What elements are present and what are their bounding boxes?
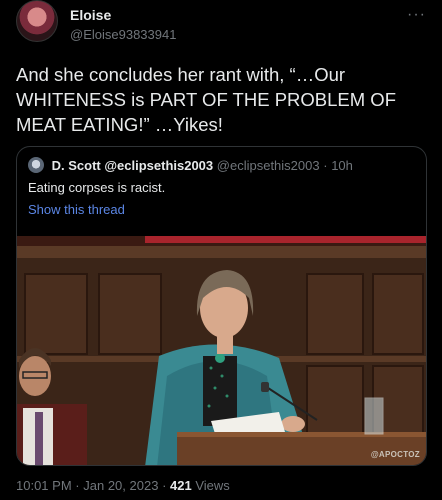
tweet-text-line: MEAT EATING!” …Yikes! xyxy=(16,114,223,135)
tweet-header: Eloise @Eloise93833941 ··· xyxy=(16,0,426,56)
tweet-text-line: WHITENESS is PART OF THE PROBLEM OF xyxy=(16,89,396,110)
quoted-separator: · xyxy=(323,158,328,173)
post-date[interactable]: Jan 20, 2023 xyxy=(83,478,158,493)
post-time[interactable]: 10:01 PM xyxy=(16,478,72,493)
author-display-name[interactable]: Eloise xyxy=(70,7,176,24)
author-avatar[interactable] xyxy=(16,0,58,42)
views-count: 421 xyxy=(170,478,192,493)
views-label: Views xyxy=(195,478,230,493)
quoted-author-avatar xyxy=(28,157,44,173)
quoted-tweet[interactable]: D. Scott @eclipsethis2003 @eclipsethis20… xyxy=(16,146,427,466)
tweet-text-line: And she concludes her rant with, “…Our xyxy=(16,64,346,85)
media-watermark: @APOCTOZ xyxy=(370,450,420,459)
quoted-media-image[interactable]: @APOCTOZ xyxy=(17,236,426,465)
quoted-author-name: D. Scott @eclipsethis2003 xyxy=(51,158,214,173)
tweet: Eloise @Eloise93833941 ··· And she concl… xyxy=(0,0,442,500)
meta-separator: · xyxy=(162,478,167,493)
speaker-scene-illustration xyxy=(17,236,426,465)
quoted-tweet-text: Eating corpses is racist. xyxy=(28,180,166,195)
tweet-text: And she concludes her rant with, “…Our W… xyxy=(16,62,426,137)
author-info: Eloise @Eloise93833941 xyxy=(70,7,176,43)
show-thread-link[interactable]: Show this thread xyxy=(28,202,125,217)
meta-separator: · xyxy=(75,478,80,493)
quoted-author-handle: @eclipsethis2003 xyxy=(216,158,320,173)
tweet-meta: 10:01 PM · Jan 20, 2023 · 421 Views xyxy=(16,478,230,493)
more-options-icon[interactable]: ··· xyxy=(407,6,426,24)
quoted-tweet-header: D. Scott @eclipsethis2003 @eclipsethis20… xyxy=(28,157,353,175)
quoted-timestamp: 10h xyxy=(331,158,353,173)
author-handle[interactable]: @Eloise93833941 xyxy=(70,26,176,43)
